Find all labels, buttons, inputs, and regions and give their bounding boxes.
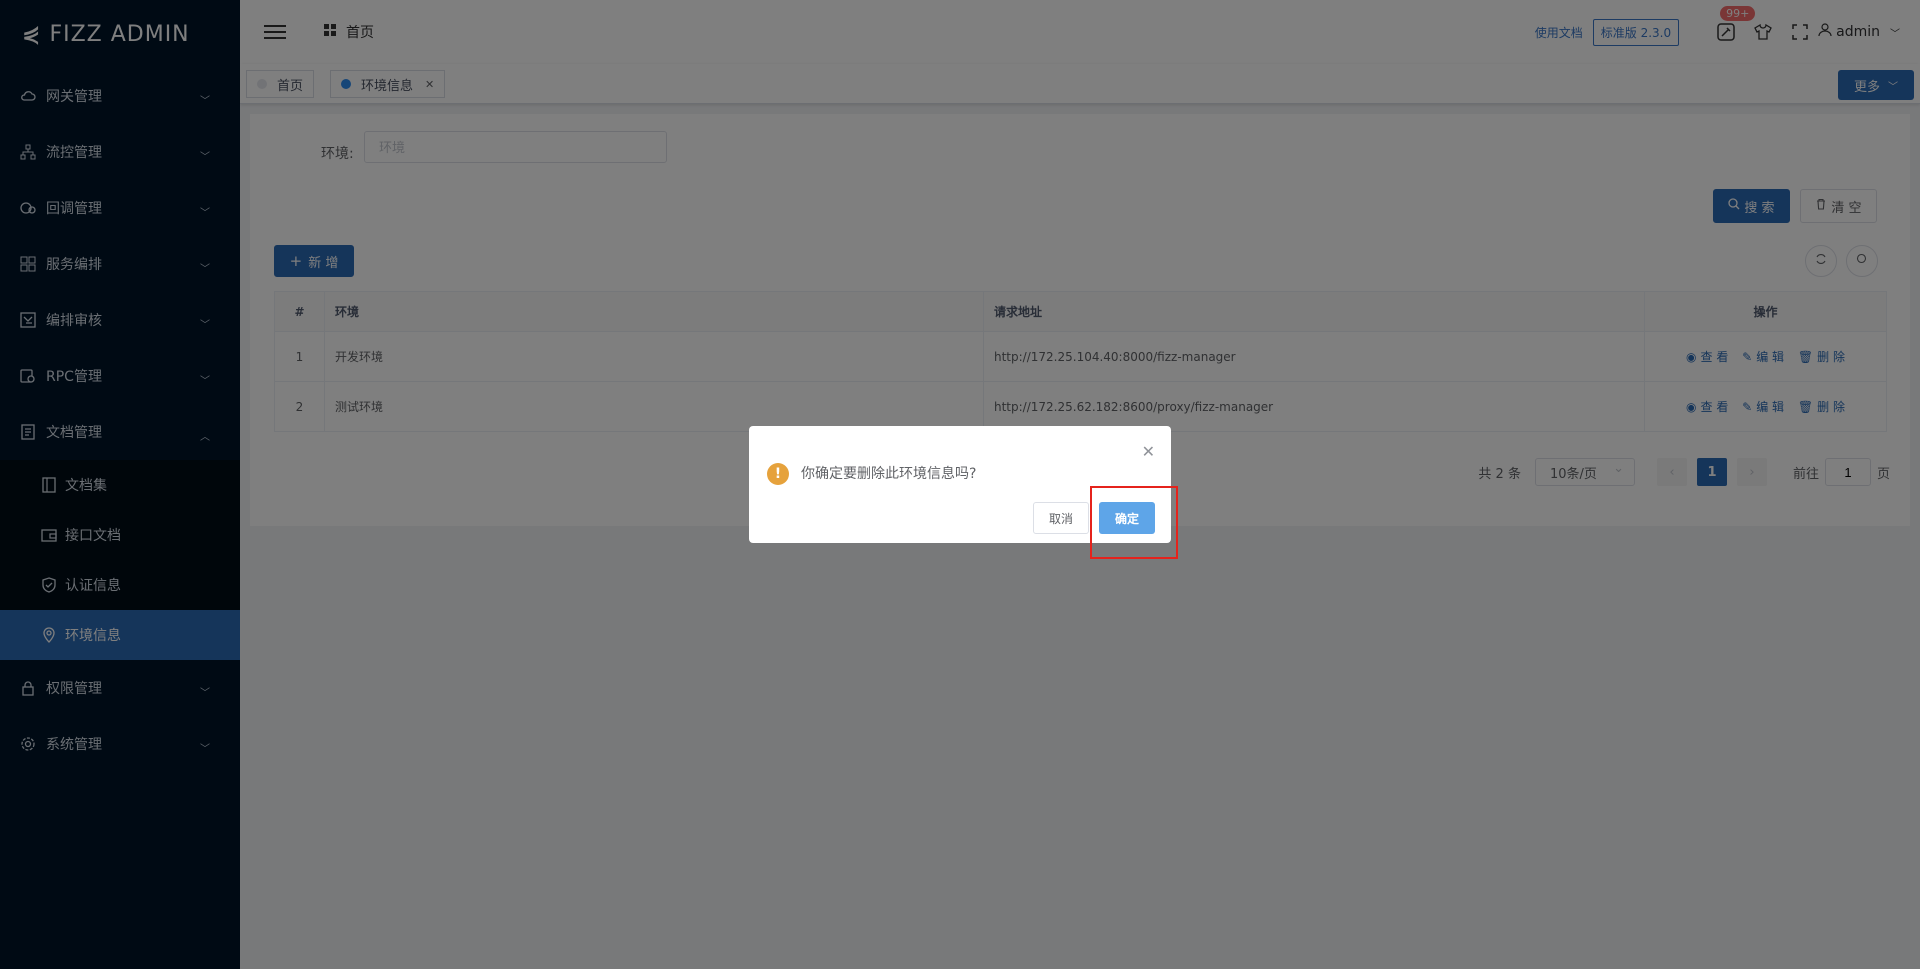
warning-icon: ! [767, 463, 789, 485]
dialog-message: 你确定要删除此环境信息吗? [801, 466, 977, 482]
close-icon[interactable]: ✕ [1142, 442, 1155, 461]
highlight-box [1090, 486, 1178, 559]
cancel-button[interactable]: 取消 [1033, 502, 1089, 534]
